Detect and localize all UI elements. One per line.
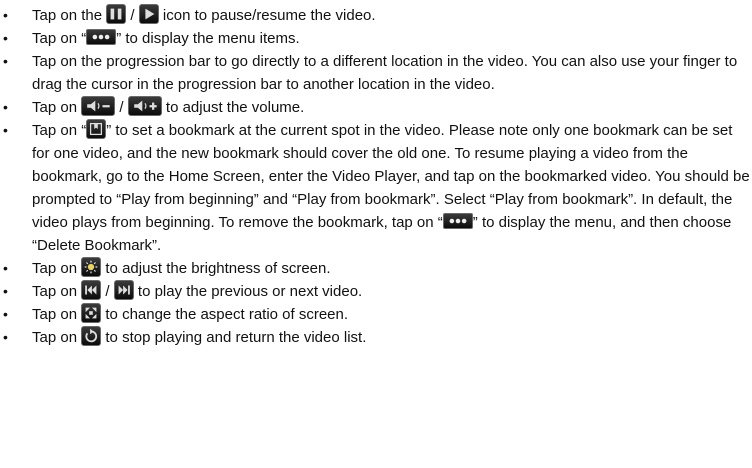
item-separator: /: [101, 283, 114, 300]
instruction-list: Tap on the / icon to pause/resume the vi…: [0, 4, 752, 349]
menu-dots-icon: [442, 213, 473, 229]
item-text: to adjust the volume.: [161, 99, 305, 116]
item-text: Tap on: [32, 283, 82, 300]
next-icon: [113, 280, 134, 300]
item-text: Tap on the progression bar to go directl…: [32, 53, 738, 93]
volume-up-icon: [127, 96, 162, 116]
list-item-aspect-ratio: Tap on to change the aspect ratio of scr…: [0, 303, 752, 326]
item-text: Tap on: [32, 260, 82, 277]
item-text: Tap on “: [32, 122, 87, 139]
item-text: Tap on the: [32, 7, 107, 24]
item-text: Tap on: [32, 99, 82, 116]
play-icon: [138, 4, 159, 24]
manual-page: Tap on the / icon to pause/resume the vi…: [0, 4, 752, 468]
aspect-ratio-icon: [81, 303, 102, 323]
item-text: to change the aspect ratio of screen.: [101, 306, 349, 323]
item-text: ” to display the menu items.: [116, 30, 300, 47]
brightness-icon: [81, 257, 102, 277]
item-text: to adjust the brightness of screen.: [101, 260, 331, 277]
pause-icon: [106, 4, 127, 24]
list-item-prev-next: Tap on / to play the previous or next vi…: [0, 280, 752, 303]
item-text: to play the previous or next video.: [133, 283, 363, 300]
item-separator: /: [126, 7, 139, 24]
list-item-menu: Tap on “ ” to display the menu items.: [0, 27, 752, 50]
item-text: to stop playing and return the video lis…: [101, 329, 367, 346]
item-separator: /: [115, 99, 128, 116]
item-text: Tap on: [32, 306, 82, 323]
list-item-volume: Tap on / to adjust the volume.: [0, 96, 752, 119]
list-item-pause-resume: Tap on the / icon to pause/resume the vi…: [0, 4, 752, 27]
item-text: Tap on “: [32, 30, 87, 47]
item-text: icon to pause/resume the video.: [158, 7, 376, 24]
bookmark-icon: [86, 119, 107, 139]
return-icon: [81, 326, 102, 346]
list-item-progress-bar: Tap on the progression bar to go directl…: [0, 50, 752, 96]
volume-down-icon: [81, 96, 116, 116]
item-text: Tap on: [32, 329, 82, 346]
list-item-stop-return: Tap on to stop playing and return the vi…: [0, 326, 752, 349]
previous-icon: [81, 280, 102, 300]
menu-dots-icon: [86, 29, 117, 45]
list-item-bookmark: Tap on “” to set a bookmark at the curre…: [0, 119, 752, 257]
list-item-brightness: Tap on to adjust the brightness of scree…: [0, 257, 752, 280]
